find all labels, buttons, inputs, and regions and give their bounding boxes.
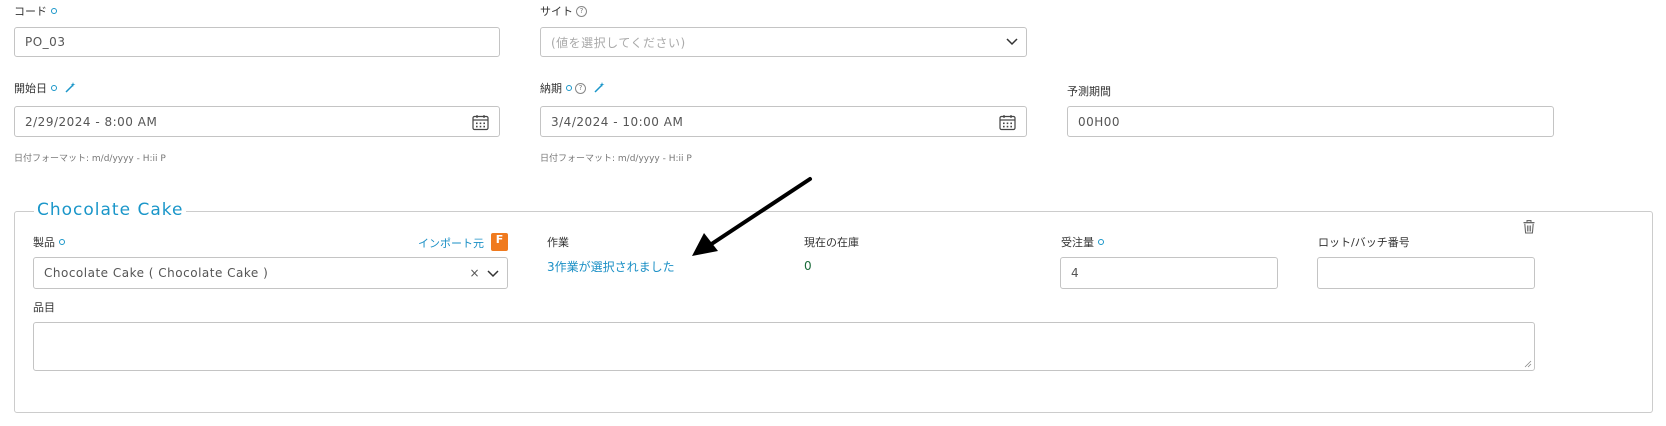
due-date-label: 納期? (540, 81, 605, 96)
code-input-value: PO_03 (25, 35, 66, 49)
required-indicator-icon (51, 8, 57, 14)
items-label: 品目 (33, 301, 55, 314)
resize-handle-icon[interactable] (1524, 360, 1532, 368)
due-date-input[interactable]: 3/4/2024 - 10:00 AM (540, 106, 1027, 137)
due-date-format-hint: 日付フォーマット: m/d/yyyy - H:ii P (540, 154, 692, 164)
required-indicator-icon (1098, 239, 1104, 245)
items-textarea[interactable] (33, 322, 1535, 371)
product-label-text: 製品 (33, 236, 55, 249)
site-select[interactable]: (値を選択してください) (540, 27, 1027, 57)
magic-wand-icon[interactable] (594, 81, 605, 93)
help-icon[interactable]: ? (576, 5, 587, 17)
operation-label: 作業 (547, 236, 569, 249)
calendar-icon[interactable] (472, 114, 489, 131)
trash-icon[interactable] (1523, 220, 1535, 234)
code-label-text: コード (14, 5, 47, 18)
lot-batch-input[interactable] (1317, 257, 1535, 289)
product-label: 製品 (33, 236, 65, 250)
start-date-label: 開始日 (14, 81, 76, 96)
section-title: Chocolate Cake (34, 200, 187, 220)
product-select-value: Chocolate Cake ( Chocolate Cake ) (44, 266, 269, 280)
calendar-icon[interactable] (999, 114, 1016, 131)
current-stock-value: 0 (804, 259, 812, 273)
due-date-label-text: 納期 (540, 82, 562, 95)
code-input[interactable]: PO_03 (14, 27, 500, 57)
lot-batch-label: ロット/バッチ番号 (1318, 236, 1410, 249)
forecast-period-input-value: 00H00 (1078, 114, 1121, 129)
operations-selected-link[interactable]: 3作業が選択されました (547, 258, 675, 275)
required-indicator-icon (51, 85, 57, 91)
required-indicator-icon (566, 85, 572, 91)
chevron-down-icon (1006, 38, 1018, 46)
forecast-period-label: 予測期間 (1067, 85, 1111, 98)
help-icon[interactable]: ? (575, 82, 586, 94)
site-select-placeholder: (値を選択してください) (551, 35, 686, 50)
chevron-down-icon (487, 270, 499, 278)
required-indicator-icon (59, 239, 65, 245)
start-date-label-text: 開始日 (14, 82, 47, 95)
site-label: サイト? (540, 5, 587, 19)
clear-icon[interactable]: × (469, 266, 480, 280)
import-source-badge-text: F (495, 233, 504, 246)
start-date-format-hint: 日付フォーマット: m/d/yyyy - H:ii P (14, 154, 166, 164)
start-date-input[interactable]: 2/29/2024 - 8:00 AM (14, 106, 500, 137)
order-qty-input-value: 4 (1071, 266, 1080, 280)
due-date-input-value: 3/4/2024 - 10:00 AM (551, 114, 684, 129)
site-label-text: サイト (540, 5, 573, 18)
import-source-icon[interactable]: F (491, 233, 508, 251)
order-qty-input[interactable]: 4 (1060, 257, 1278, 289)
annotation-arrow-icon (692, 177, 812, 256)
start-date-input-value: 2/29/2024 - 8:00 AM (25, 114, 158, 129)
code-label: コード (14, 5, 57, 19)
order-qty-label: 受注量 (1061, 236, 1104, 250)
import-from-link[interactable]: インポート元 (418, 235, 484, 251)
forecast-period-input[interactable]: 00H00 (1067, 106, 1554, 137)
magic-wand-icon[interactable] (65, 81, 76, 93)
product-select[interactable]: Chocolate Cake ( Chocolate Cake ) × (33, 257, 508, 289)
order-qty-label-text: 受注量 (1061, 236, 1094, 249)
